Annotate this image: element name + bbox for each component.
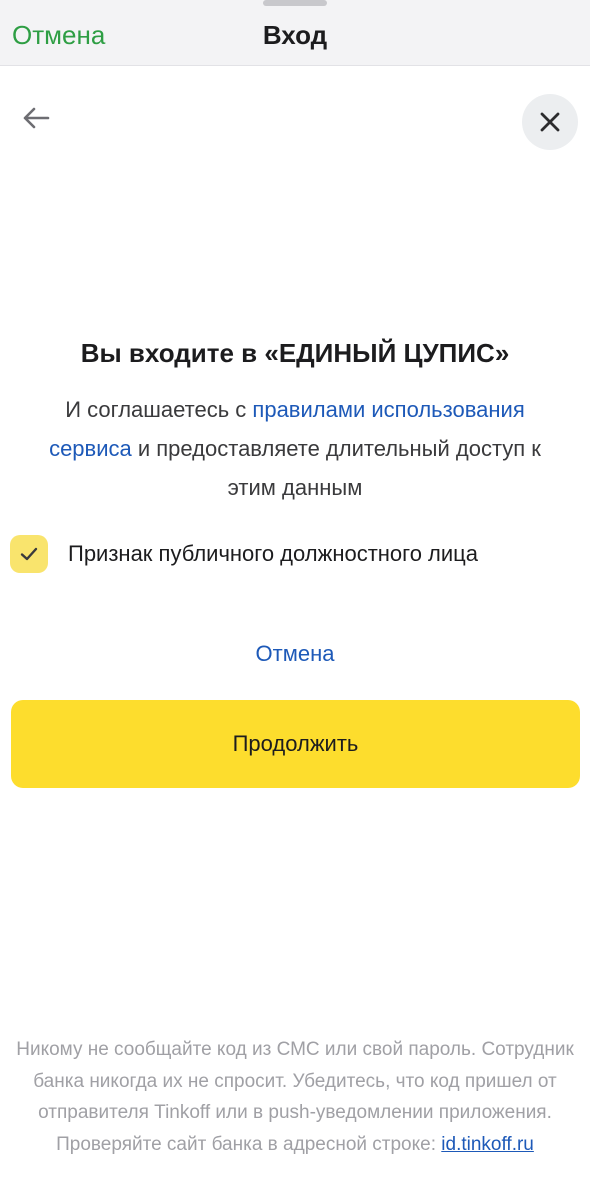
public-official-row: Признак публичного должностного лица (10, 534, 478, 574)
top-bar: Отмена Вход (0, 0, 590, 66)
agreement-suffix: и предоставляете длительный доступ к эти… (131, 436, 541, 500)
checkmark-icon (20, 547, 38, 561)
sheet-grabber[interactable] (263, 0, 327, 6)
continue-button[interactable]: Продолжить (11, 700, 580, 788)
close-button[interactable] (522, 94, 578, 150)
cancel-link[interactable]: Отмена (0, 641, 590, 667)
security-notice: Никому не сообщайте код из СМС или свой … (10, 1034, 580, 1160)
public-official-checkbox[interactable] (10, 535, 48, 573)
close-icon (540, 112, 560, 132)
agreement-text: И соглашаетесь с правилами использования… (28, 390, 562, 507)
agreement-prefix: И соглашаетесь с (65, 397, 253, 422)
back-button[interactable] (18, 100, 54, 136)
arrow-left-icon (23, 107, 50, 129)
bank-site-link[interactable]: id.tinkoff.ru (441, 1134, 534, 1155)
page-title: Вход (262, 20, 328, 50)
public-official-label: Признак публичного должностного лица (68, 541, 479, 566)
consent-heading: Вы входите в «ЕДИНЫЙ ЦУПИС» (80, 338, 510, 368)
